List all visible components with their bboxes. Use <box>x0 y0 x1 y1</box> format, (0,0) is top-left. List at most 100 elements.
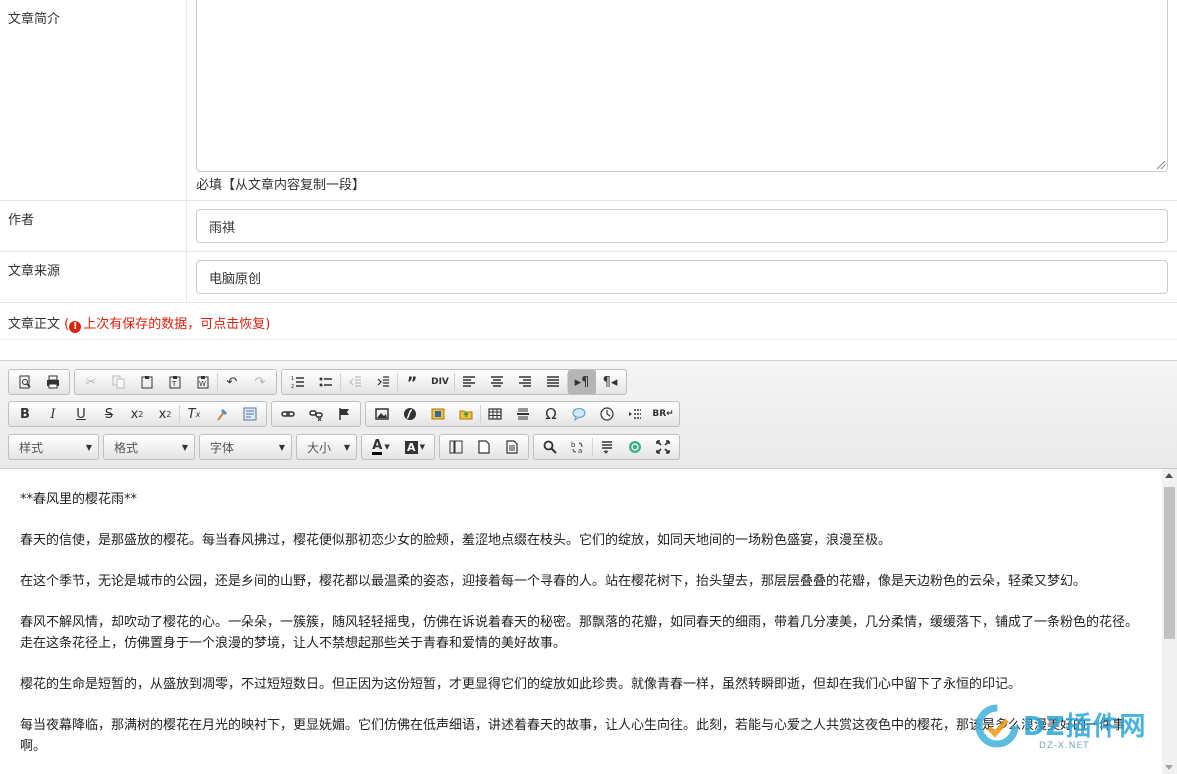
paste-icon[interactable] <box>133 370 161 394</box>
superscript-icon[interactable]: x2 <box>151 402 179 426</box>
summary-row: 文章简介 必填【从文章内容复制一段】 <box>0 0 1177 201</box>
flash-icon[interactable] <box>396 402 424 426</box>
author-row: 作者 <box>0 201 1177 252</box>
svg-text:a: a <box>578 447 582 454</box>
scrollbar-thumb[interactable] <box>1164 487 1175 639</box>
styles-combo-label: 样式 <box>19 440 44 455</box>
replace-icon[interactable]: ba <box>564 435 592 459</box>
toolbar-group-paragraph: 12 ” DIV ▸¶ ¶◂ <box>281 369 627 395</box>
watermark-subtext: DZ-X.NET <box>1039 741 1090 751</box>
content-paragraph: 在这个季节，无论是城市的公园，还是乡间的山野，樱花都以最温柔的姿态，迎接着每一个… <box>20 574 1087 589</box>
editor-toolbar: ✂ T W ↶ ↷ 12 ” DIV ▸¶ ¶◂ B I U S x 2 x 2… <box>0 361 1177 469</box>
toolbar-group-tools <box>439 434 529 460</box>
document-icon[interactable] <box>498 435 526 459</box>
align-right-icon[interactable] <box>511 370 539 394</box>
summary-textarea[interactable] <box>196 0 1168 172</box>
indent-icon[interactable] <box>369 370 397 394</box>
clipboard-list-icon[interactable] <box>593 435 621 459</box>
toolbar-row-1: ✂ T W ↶ ↷ 12 ” DIV ▸¶ ¶◂ <box>8 369 627 395</box>
show-blocks-icon[interactable] <box>442 435 470 459</box>
format-combo[interactable]: 格式 ▼ <box>103 434 195 460</box>
scroll-up-icon[interactable] <box>1165 473 1173 478</box>
bulleted-list-icon[interactable] <box>312 370 340 394</box>
source-label: 文章来源 <box>0 252 187 302</box>
templates-icon[interactable] <box>236 402 264 426</box>
summary-label: 文章简介 <box>0 0 187 200</box>
content-paragraph: 每当夜幕降临，那满树的樱花在月光的映衬下，更显妩媚。它们仿佛在低声细语，讲述着春… <box>20 718 1126 754</box>
text-direction-rtl-icon[interactable]: ¶◂ <box>596 370 624 394</box>
size-combo[interactable]: 大小 ▼ <box>296 434 357 460</box>
link-icon[interactable] <box>274 402 302 426</box>
underline-icon[interactable]: U <box>67 402 95 426</box>
body-label: 文章正文 <box>8 317 61 332</box>
restore-notice-link[interactable]: (! 上次有保存的数据，可点击恢复) <box>64 317 270 333</box>
watermark-logo-icon <box>975 704 1019 748</box>
watermark-text: DZ插件网 <box>1023 712 1147 742</box>
preview-icon[interactable] <box>11 370 39 394</box>
bold-icon[interactable]: B <box>11 402 39 426</box>
smiley-icon[interactable] <box>565 402 593 426</box>
watermark: DZ插件网 DZ-X.NET <box>975 700 1165 760</box>
font-combo[interactable]: 字体 ▼ <box>199 434 292 460</box>
maximize-icon[interactable] <box>649 435 677 459</box>
body-label-wrap: 文章正文 (! 上次有保存的数据，可点击恢复) <box>8 313 270 333</box>
anchor-flag-icon[interactable] <box>330 402 358 426</box>
content-paragraph: **春风里的樱花雨** <box>20 492 138 507</box>
chevron-down-icon: ▼ <box>181 442 188 452</box>
copy-formatting-icon[interactable] <box>208 402 236 426</box>
content-paragraph: 樱花的生命是短暂的，从盛放到凋零，不过短短数日。但正因为这份短暂，才更显得它们的… <box>20 677 1022 692</box>
find-icon[interactable] <box>536 435 564 459</box>
image-icon[interactable] <box>368 402 396 426</box>
source-input[interactable] <box>196 260 1168 294</box>
svg-text:2: 2 <box>291 384 294 389</box>
align-center-icon[interactable] <box>483 370 511 394</box>
cut-icon[interactable]: ✂ <box>77 370 105 394</box>
paste-word-icon[interactable]: W <box>189 370 217 394</box>
date-time-icon[interactable] <box>593 402 621 426</box>
remove-format-icon[interactable]: Tx <box>180 402 208 426</box>
line-break-icon[interactable]: BR↵ <box>649 402 677 426</box>
spellcheck-icon[interactable] <box>621 435 649 459</box>
italic-icon[interactable]: I <box>39 402 67 426</box>
styles-combo[interactable]: 样式 ▼ <box>8 434 99 460</box>
text-direction-ltr-icon[interactable]: ▸¶ <box>568 370 596 394</box>
chevron-down-icon: ▼ <box>278 442 285 452</box>
size-combo-label: 大小 <box>307 440 332 455</box>
body-label-row: 文章正文 (! 上次有保存的数据，可点击恢复) <box>0 303 1177 340</box>
print-icon[interactable] <box>39 370 67 394</box>
author-label: 作者 <box>0 201 187 251</box>
text-color-icon[interactable]: A ▼ <box>364 435 398 459</box>
toolbar-group-basicstyles: B I U S x2 x2 Tx <box>8 401 267 427</box>
format-combo-label: 格式 <box>114 440 139 455</box>
div-container-icon[interactable]: DIV <box>426 370 454 394</box>
table-icon[interactable] <box>481 402 509 426</box>
background-color-icon[interactable]: A ▼ <box>398 435 432 459</box>
scroll-down-icon[interactable] <box>1165 765 1173 770</box>
special-char-icon[interactable]: Ω <box>537 402 565 426</box>
undo-icon[interactable]: ↶ <box>218 370 246 394</box>
attachment-icon[interactable] <box>452 402 480 426</box>
align-left-icon[interactable] <box>455 370 483 394</box>
page-break-icon[interactable] <box>621 402 649 426</box>
horizontal-rule-icon[interactable] <box>509 402 537 426</box>
resize-grip-icon[interactable] <box>1156 160 1166 170</box>
subscript-icon[interactable]: x2 <box>123 402 151 426</box>
strikethrough-icon[interactable]: S <box>95 402 123 426</box>
unlink-icon[interactable] <box>302 402 330 426</box>
new-page-icon[interactable] <box>470 435 498 459</box>
author-input[interactable] <box>196 209 1168 243</box>
copy-icon[interactable] <box>105 370 133 394</box>
toolbar-row-2: B I U S x2 x2 Tx Ω BR↵ <box>8 401 680 427</box>
redo-icon[interactable]: ↷ <box>246 370 274 394</box>
svg-text:b: b <box>571 441 576 449</box>
numbered-list-icon[interactable]: 12 <box>284 370 312 394</box>
summary-hint: 必填【从文章内容复制一段】 <box>196 178 366 193</box>
media-icon[interactable] <box>424 402 452 426</box>
paste-text-icon[interactable]: T <box>161 370 189 394</box>
outdent-icon[interactable] <box>341 370 369 394</box>
blockquote-icon[interactable]: ” <box>398 370 426 394</box>
justify-icon[interactable] <box>539 370 567 394</box>
chevron-down-icon: ▼ <box>343 442 350 452</box>
toolbar-group-links <box>271 401 361 427</box>
toolbar-group-find: ba <box>533 434 680 460</box>
